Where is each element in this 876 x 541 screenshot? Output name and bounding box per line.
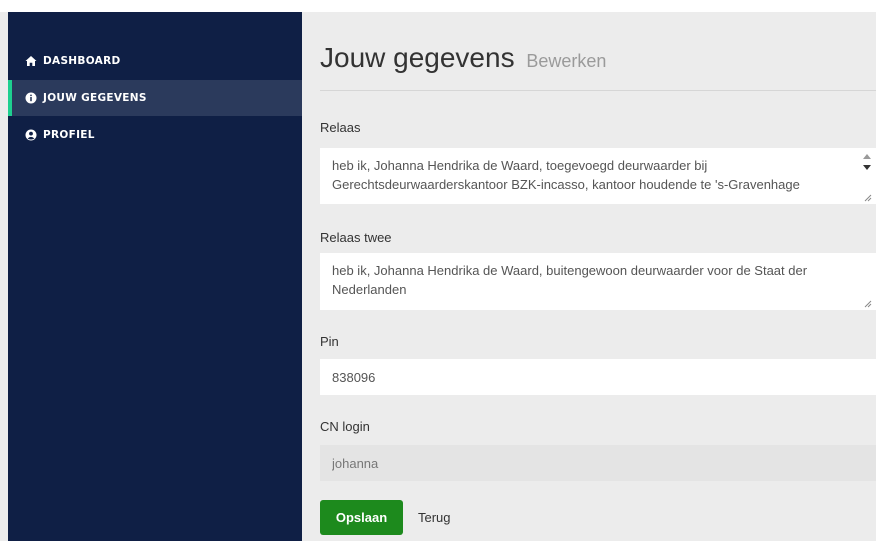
relaas-label: Relaas xyxy=(320,120,361,135)
title-divider xyxy=(320,90,876,91)
save-button[interactable]: Opslaan xyxy=(320,500,403,535)
relaas-twee-label: Relaas twee xyxy=(320,230,392,245)
sidebar-item-label: DASHBOARD xyxy=(43,55,121,67)
sidebar-item-label: JOUW GEGEVENS xyxy=(43,92,147,104)
sidebar-item-jouw-gegevens[interactable]: JOUW GEGEVENS xyxy=(8,80,302,116)
page-title: Jouw gegevens Bewerken xyxy=(320,42,606,74)
back-link[interactable]: Terug xyxy=(418,500,451,535)
scroll-down-icon[interactable] xyxy=(863,165,871,170)
resize-grip-icon[interactable] xyxy=(864,194,872,202)
cn-login-label: CN login xyxy=(320,419,370,434)
page-title-text: Jouw gegevens xyxy=(320,42,515,73)
page-subtitle: Bewerken xyxy=(526,51,607,71)
sidebar: DASHBOARD JOUW GEGEVENS PROFIEL xyxy=(8,12,302,541)
scroll-up-icon[interactable] xyxy=(863,154,871,159)
main-content: Jouw gegevens Bewerken Relaas heb ik, Jo… xyxy=(302,12,876,541)
info-icon xyxy=(25,92,37,104)
sidebar-item-label: PROFIEL xyxy=(43,129,95,141)
relaas-textarea[interactable]: heb ik, Johanna Hendrika de Waard, toege… xyxy=(320,148,876,204)
resize-grip-icon[interactable] xyxy=(864,300,872,308)
sidebar-item-dashboard[interactable]: DASHBOARD xyxy=(8,43,302,79)
home-icon xyxy=(25,55,37,67)
relaas-twee-textarea[interactable]: heb ik, Johanna Hendrika de Waard, buite… xyxy=(320,253,876,310)
pin-input[interactable] xyxy=(320,359,876,395)
cn-login-input xyxy=(320,445,876,481)
user-circle-icon xyxy=(25,129,37,141)
sidebar-item-profiel[interactable]: PROFIEL xyxy=(8,117,302,153)
pin-label: Pin xyxy=(320,334,339,349)
top-strip xyxy=(0,0,876,12)
